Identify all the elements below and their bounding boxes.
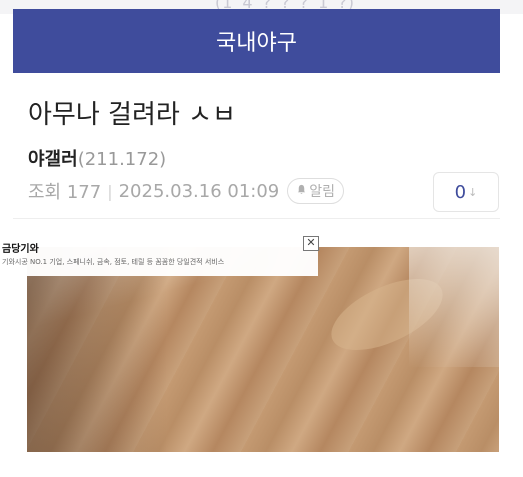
alarm-button[interactable]: 알림 [287,178,345,204]
author-ip: (211.172) [77,149,167,170]
comment-count: 0 [454,181,467,203]
post-image[interactable] [27,247,499,452]
alarm-label: 알림 [309,184,336,200]
ad-banner[interactable]: 금당기와 기와시공 NO.1 기업, 스페니쉬, 금속, 점토, 테릴 등 꼼꼼… [0,236,318,276]
close-icon[interactable]: ✕ [303,236,319,251]
down-arrow-icon: ↓ [468,185,478,199]
post-title: 아무나 걸려라 ㅅㅂ [28,100,236,130]
comment-count-button[interactable]: 0 ↓ [433,172,499,212]
header-divider [13,218,500,219]
ad-title: 금당기와 [2,244,39,255]
post-datetime: 2025.03.16 01:09 [118,180,280,202]
post-author[interactable]: 야갤러(211.172) [28,145,166,171]
board-title: 국내야구 [216,31,297,56]
meta-separator: | [107,181,113,201]
ad-description: 기와시공 NO.1 기업, 스페니쉬, 금속, 점토, 테릴 등 꼼꼼한 당일견… [2,258,225,266]
image-highlight [409,247,499,367]
view-count: 조회 177 [28,182,102,203]
image-shadow [27,247,167,452]
board-title-banner[interactable]: 국내야구 [13,9,500,73]
author-name[interactable]: 야갤러 [28,149,78,170]
post-meta: 조회 177 | 2025.03.16 01:09 알림 [28,178,345,204]
bell-icon [296,183,307,199]
